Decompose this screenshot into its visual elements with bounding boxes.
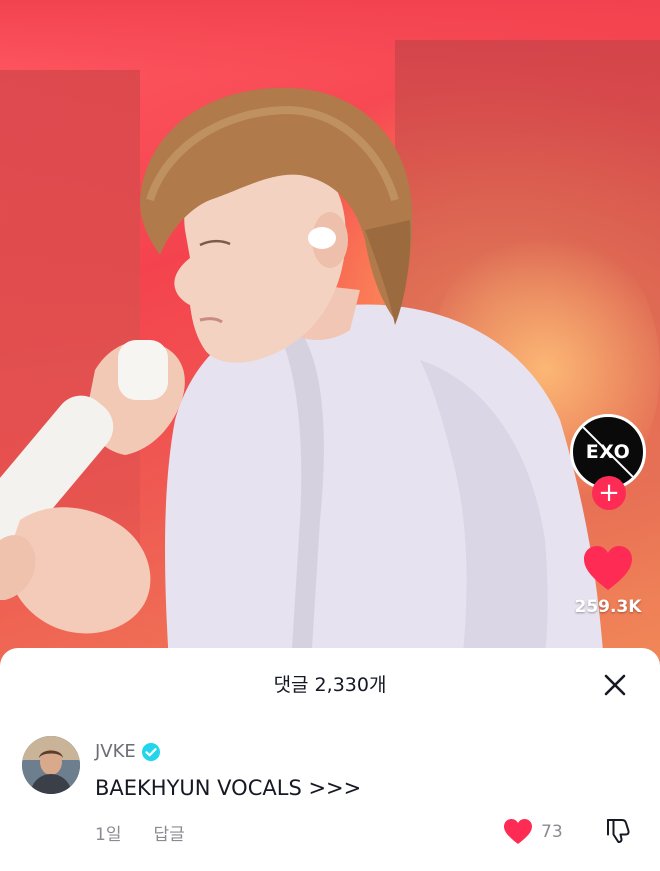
comment-author[interactable]: JVKE (95, 741, 160, 762)
channel-avatar-label: EXO (585, 441, 631, 463)
verified-badge-icon (141, 742, 160, 761)
comment-text: BAEKHYUN VOCALS >>> (95, 776, 362, 800)
singer-figure (0, 87, 605, 680)
comment-meta: 1일 답글 (95, 820, 185, 845)
comments-title: 댓글 2,330개 (273, 674, 387, 696)
like-count: 259.3K (574, 597, 642, 617)
follow-button[interactable]: + (592, 476, 626, 510)
comment-like-count: 73 (541, 821, 563, 842)
video-screen: EXO + 259.3K 댓글 2,330개 JVKE BAEKHYUN VOC… (0, 0, 660, 871)
comment-like-button[interactable]: 73 (503, 818, 563, 845)
comment-username[interactable]: JVKE (95, 741, 136, 762)
plus-icon: + (598, 478, 620, 508)
video-player[interactable]: EXO + 259.3K (0, 0, 660, 680)
avatar-portrait-icon (22, 736, 80, 794)
reply-button[interactable]: 답글 (153, 820, 184, 845)
thumbs-down-icon[interactable] (604, 816, 632, 844)
comment-age: 1일 (95, 825, 122, 845)
heart-icon[interactable] (582, 544, 634, 592)
avatar[interactable] (22, 736, 80, 794)
comments-sheet: 댓글 2,330개 JVKE BAEKHYUN VOCALS >>> 1일 답글… (0, 648, 660, 871)
close-icon[interactable] (600, 670, 630, 700)
heart-filled-icon (504, 819, 532, 844)
